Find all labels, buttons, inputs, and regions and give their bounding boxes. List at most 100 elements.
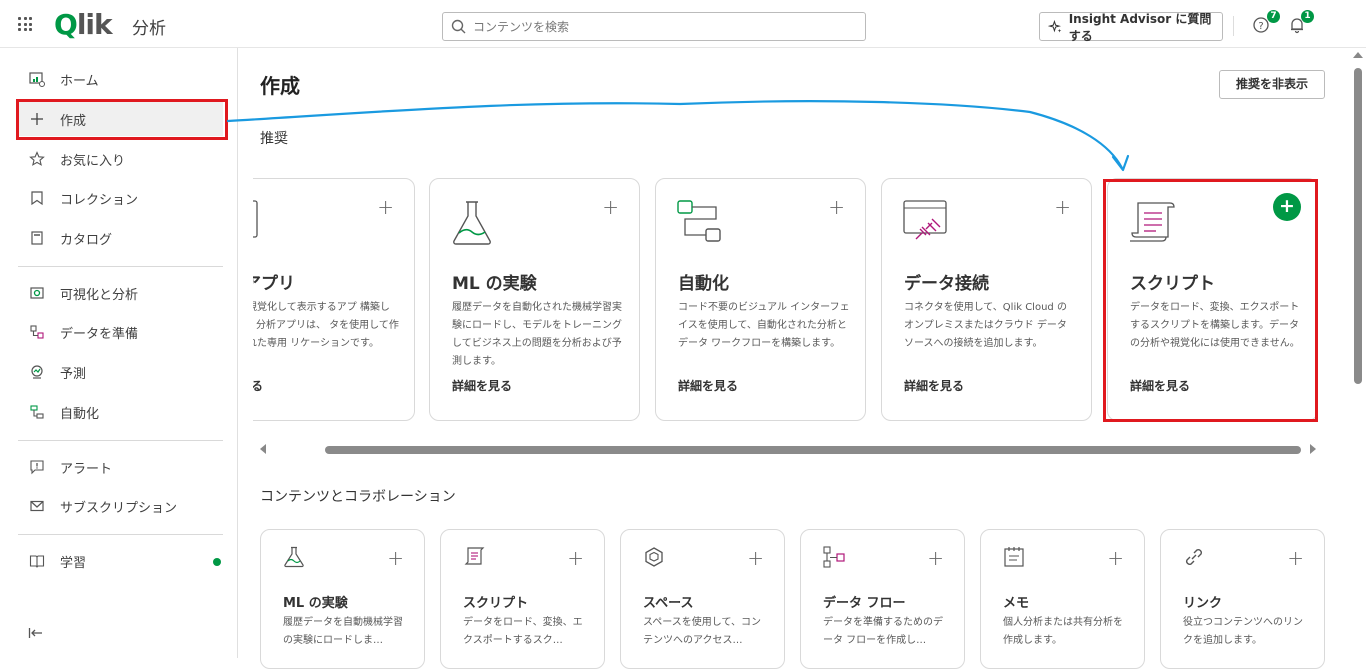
- bookmark-icon: [28, 189, 46, 207]
- app-title: 分析: [132, 19, 166, 39]
- card-description: 役立つコンテンツへのリンクを追加します。: [1183, 617, 1303, 646]
- content-card-script[interactable]: + スクリプト データをロード、変換、エクスポートするスク…: [440, 529, 605, 669]
- sidebar-item-learning[interactable]: 学習: [18, 544, 223, 578]
- card-description: コネクタを使用して、Qlik Cloud のオンプレミスまたはクラウド データ …: [904, 302, 1067, 349]
- sidebar-item-subscriptions[interactable]: サブスクリプション: [18, 489, 223, 523]
- sparkle-icon: [1048, 19, 1062, 33]
- sidebar-item-label: 予測: [60, 366, 87, 382]
- sidebar-item-predict[interactable]: 予測: [18, 355, 223, 389]
- sidebar-divider: [18, 534, 223, 535]
- collapse-sidebar-button[interactable]: [28, 625, 44, 644]
- header-divider: [1233, 16, 1234, 36]
- automation-icon: [28, 403, 46, 421]
- add-icon[interactable]: +: [567, 546, 584, 570]
- home-icon: [28, 70, 46, 88]
- add-icon[interactable]: +: [602, 195, 619, 219]
- add-icon[interactable]: +: [377, 195, 394, 219]
- search-box[interactable]: [442, 12, 866, 41]
- sidebar-divider: [18, 440, 223, 441]
- recommended-card-analytics-app[interactable]: + 析アプリ タを視覚化して表示するアプ 構築します。分析アプリは、 タを使用し…: [253, 178, 415, 421]
- add-icon[interactable]: +: [387, 546, 404, 570]
- sidebar-highlight-box: [16, 99, 228, 140]
- help-button[interactable]: ? 7: [1252, 10, 1280, 38]
- scroll-up-arrow-icon[interactable]: [1353, 52, 1363, 58]
- card-title: ML の実験: [452, 274, 537, 294]
- card-title: データ接続: [904, 274, 989, 294]
- content-section-title: コンテンツとコラボレーション: [260, 489, 456, 505]
- help-badge: 7: [1267, 10, 1280, 23]
- collapse-icon: [28, 628, 42, 638]
- scrollbar-thumb[interactable]: [1354, 68, 1362, 384]
- card-details-link[interactable]: 詳細を見る: [678, 377, 738, 394]
- card-title: 析アプリ: [253, 274, 295, 294]
- content-card-space[interactable]: + スペース スペースを使用して、コンテンツへのアクセス…: [620, 529, 785, 669]
- sidebar-item-label: 学習: [60, 555, 87, 571]
- sidebar-item-home[interactable]: ホーム: [18, 62, 223, 96]
- card-title: スペース: [643, 596, 694, 611]
- card-details-link[interactable]: 詳細を見る: [904, 377, 964, 394]
- sidebar-item-analytics[interactable]: 可視化と分析: [18, 276, 223, 310]
- card-title: リンク: [1183, 596, 1223, 611]
- content-card-data-flow[interactable]: + データ フロー データを準備するためのデータ フローを作成し…: [800, 529, 965, 669]
- search-icon: [451, 19, 466, 34]
- add-icon[interactable]: +: [927, 546, 944, 570]
- sidebar-item-collections[interactable]: コレクション: [18, 181, 223, 215]
- card-description: スペースを使用して、コンテンツへのアクセス…: [643, 617, 761, 646]
- insight-advisor-label: Insight Advisor に質問する: [1068, 11, 1212, 43]
- learning-status-dot: [213, 558, 221, 566]
- scroll-right-arrow-icon[interactable]: [1310, 444, 1316, 454]
- add-icon[interactable]: +: [747, 546, 764, 570]
- sidebar-item-catalog[interactable]: カタログ: [18, 221, 223, 255]
- book-icon: [28, 552, 46, 570]
- card-description: 個人分析または共有分析を作成します。: [1003, 617, 1123, 646]
- sidebar-item-favorites[interactable]: お気に入り: [18, 142, 223, 176]
- notifications-button[interactable]: 1: [1288, 10, 1314, 38]
- recommended-section-title: 推奨: [260, 131, 288, 147]
- sidebar-item-data-prep[interactable]: データを準備: [18, 315, 223, 349]
- recommended-card-ml-experiment[interactable]: + ML の実験 履歴データを自動化された機械学習実験にロードし、モデルをトレー…: [429, 178, 640, 421]
- card-title: メモ: [1003, 596, 1030, 611]
- insight-advisor-button[interactable]: Insight Advisor に質問する: [1039, 11, 1223, 43]
- plug-connection-icon: [903, 200, 947, 240]
- sidebar-item-automation[interactable]: 自動化: [18, 395, 223, 429]
- recommended-card-data-connection[interactable]: + データ接続 コネクタを使用して、Qlik Cloud のオンプレミスまたはク…: [881, 178, 1092, 421]
- flask-icon: [453, 201, 491, 245]
- card-description: タを視覚化して表示するアプ 構築します。分析アプリは、 タを使用して作成された専…: [253, 302, 399, 349]
- analytics-icon: [28, 284, 46, 302]
- add-icon[interactable]: +: [1107, 546, 1124, 570]
- sidebar-item-label: カタログ: [60, 232, 113, 248]
- recommended-card-automation[interactable]: + 自動化 コード不要のビジュアル インターフェイスを使用して、自動化された分析…: [655, 178, 866, 421]
- card-description: 履歴データを自動化された機械学習実験にロードし、モデルをトレーニングしてビジネス…: [452, 302, 622, 367]
- hide-recommendations-button[interactable]: 推奨を非表示: [1219, 70, 1325, 99]
- content-card-note[interactable]: + メモ 個人分析または共有分析を作成します。: [980, 529, 1145, 669]
- add-icon[interactable]: +: [1054, 195, 1071, 219]
- carousel-horizontal-scrollbar[interactable]: [258, 441, 1318, 457]
- star-icon: [28, 150, 46, 168]
- search-input[interactable]: [473, 17, 853, 37]
- sidebar-item-label: データを準備: [60, 326, 139, 342]
- analytics-app-icon: [253, 200, 258, 238]
- sidebar-item-label: サブスクリプション: [60, 500, 178, 516]
- scroll-left-arrow-icon[interactable]: [260, 444, 266, 454]
- card-details-link[interactable]: 詳細を見る: [452, 377, 512, 394]
- card-title: ML の実験: [283, 596, 348, 611]
- card-description: データを準備するためのデータ フローを作成し…: [823, 617, 943, 646]
- card-description: データをロード、変換、エクスポートするスク…: [463, 617, 583, 646]
- flask-icon: [284, 546, 304, 568]
- page-vertical-scrollbar[interactable]: [1350, 48, 1366, 658]
- notification-badge: 1: [1301, 10, 1314, 23]
- content-card-link[interactable]: + リンク 役立つコンテンツへのリンクを追加します。: [1160, 529, 1325, 669]
- scrollbar-thumb[interactable]: [325, 446, 1301, 454]
- add-icon[interactable]: +: [1287, 546, 1304, 570]
- link-icon: [1186, 549, 1202, 565]
- sidebar-item-alerts[interactable]: アラート: [18, 450, 223, 484]
- sidebar-item-label: ホーム: [60, 73, 99, 89]
- script-scroll-icon: [464, 547, 485, 565]
- card-details-link[interactable]: を見る: [253, 377, 263, 394]
- qlik-logo[interactable]: Qlik: [54, 8, 113, 41]
- add-icon[interactable]: +: [828, 195, 845, 219]
- content-card-ml-experiment[interactable]: + ML の実験 履歴データを自動機械学習の実験にロードしま…: [260, 529, 425, 669]
- note-icon: [1004, 547, 1024, 567]
- app-launcher-icon[interactable]: [18, 17, 32, 31]
- data-flow-icon: [823, 546, 845, 568]
